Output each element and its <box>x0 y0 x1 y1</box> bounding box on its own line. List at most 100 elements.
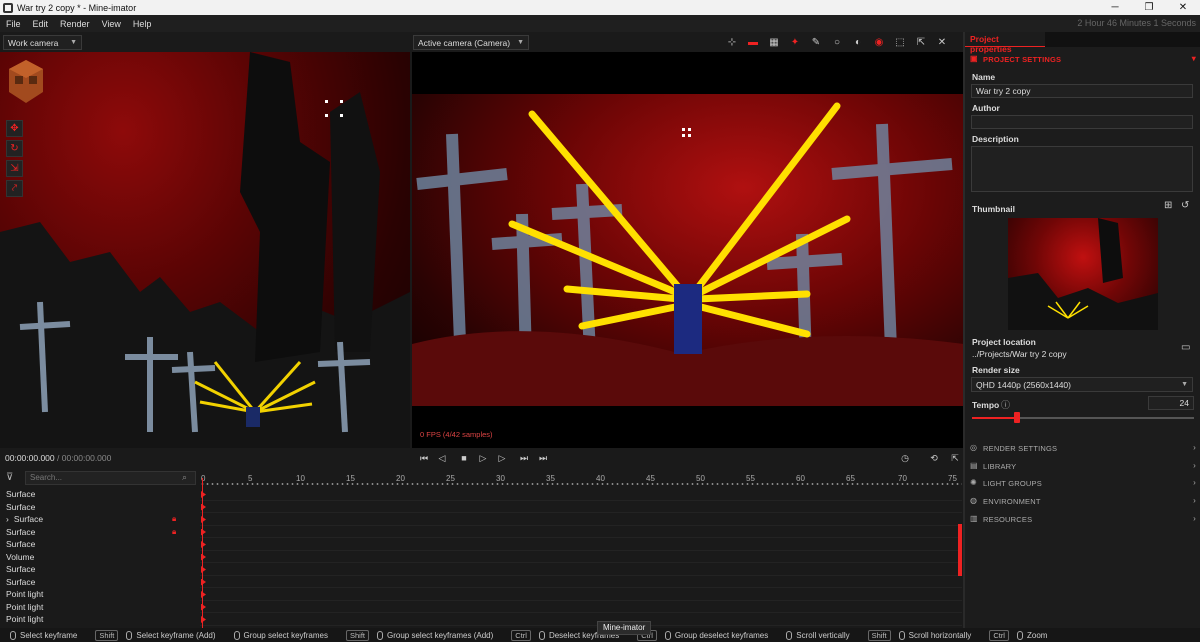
loop-icon[interactable]: ⟲ <box>927 452 941 464</box>
timeline-item-label: Surface <box>6 489 36 500</box>
filter-icon[interactable]: ⊽ <box>6 472 13 483</box>
render-size-select[interactable]: QHD 1440p (2560x1440) ▼ <box>971 377 1193 392</box>
active-camera-select[interactable]: Active camera (Camera) ▼ <box>413 35 529 50</box>
reset-thumbnail-icon[interactable]: ↺ <box>1181 200 1189 211</box>
tempo-slider-handle[interactable] <box>1014 412 1020 423</box>
timeline-ruler[interactable]: 0 5 10 15 20 25 30 35 40 45 50 55 60 65 … <box>200 470 962 488</box>
close-viewport-icon[interactable]: ✕ <box>935 35 949 49</box>
play-icon[interactable]: ▷ <box>476 452 490 464</box>
timeline-item[interactable]: Surface <box>0 538 198 551</box>
timeline-item[interactable]: Surface <box>0 488 198 501</box>
menu-help[interactable]: Help <box>127 19 158 29</box>
tempo-field[interactable]: 24 <box>1148 396 1194 410</box>
render-icon[interactable]: ◉ <box>872 35 886 49</box>
stop-icon[interactable]: ■ <box>457 452 471 464</box>
timeline-scrollbar[interactable] <box>958 524 962 576</box>
menu-render[interactable]: Render <box>54 19 96 29</box>
track-row[interactable] <box>200 576 962 588</box>
ruler-label: 70 <box>898 474 907 483</box>
render-settings-header[interactable]: ◎ RENDER SETTINGS › <box>965 441 1200 455</box>
bend-tool-icon[interactable]: ⤤ <box>6 180 23 197</box>
library-header[interactable]: ▤ LIBRARY › <box>965 459 1200 473</box>
minimize-button[interactable]: ─ <box>1098 0 1132 15</box>
timeline-item[interactable]: Surface 🔒︎ <box>0 526 198 539</box>
particles-icon[interactable]: ✦ <box>788 35 802 49</box>
track-row[interactable] <box>200 601 962 613</box>
track-row[interactable] <box>200 563 962 576</box>
track-row[interactable] <box>200 501 962 513</box>
tooltip: Mine-imator <box>597 621 652 635</box>
author-field[interactable] <box>971 115 1193 129</box>
selection-icon[interactable]: ⬚ <box>893 35 907 49</box>
timeline-item[interactable]: Point light <box>0 613 198 626</box>
timeline-item-label: Surface <box>6 501 36 512</box>
timeline-item[interactable]: Surface <box>0 576 198 589</box>
maximize-button[interactable]: ❐ <box>1132 0 1166 15</box>
menu-edit[interactable]: Edit <box>27 19 55 29</box>
close-button[interactable]: ✕ <box>1166 0 1200 15</box>
timeline-item[interactable]: Point light <box>0 588 198 601</box>
tab-project-properties[interactable]: Project properties <box>965 32 1045 54</box>
key-badge: Shift <box>95 629 119 641</box>
lock-icon[interactable]: 🔒︎ <box>172 514 176 524</box>
search-input[interactable]: Search... <box>25 471 196 485</box>
timeline-item[interactable]: Volume <box>0 551 198 564</box>
prev-frame-icon[interactable]: ◁ <box>435 452 449 464</box>
track-row[interactable] <box>200 488 962 501</box>
aspect-ratio-icon[interactable]: ▬ <box>746 35 760 49</box>
track-row[interactable] <box>200 526 962 538</box>
timeline-item[interactable]: Point light <box>0 601 198 614</box>
view-cube-icon[interactable] <box>7 58 45 108</box>
active-camera-label: Active camera (Camera) <box>418 37 511 48</box>
resources-header[interactable]: ▥ RESOURCES › <box>965 512 1200 526</box>
folder-icon[interactable]: ▭ <box>1181 342 1190 353</box>
transport-bar: 00:00:00.000 / 00:00:00.000 ⏮ ◁ ■ ▷ ▷ ⏭ … <box>0 449 964 467</box>
environment-header[interactable]: ◍ ENVIRONMENT › <box>965 494 1200 508</box>
ruler-label: 30 <box>496 474 505 483</box>
help-icon[interactable]: ⓘ <box>1001 398 1010 411</box>
work-camera-viewport[interactable] <box>0 52 410 448</box>
search-icon: ⌕ <box>182 472 188 482</box>
jump-start-icon[interactable]: ⏮ <box>417 452 431 464</box>
timeline-item[interactable]: Surface <box>0 501 198 514</box>
light-groups-header[interactable]: ✺ LIGHT GROUPS › <box>965 476 1200 490</box>
jump-end-icon[interactable]: ⏭ <box>536 452 550 464</box>
paint-icon[interactable]: ✎ <box>809 35 823 49</box>
popout-timeline-icon[interactable]: ⇱ <box>948 452 962 464</box>
name-field[interactable]: War try 2 copy <box>971 84 1193 98</box>
lock-icon[interactable]: 🔒︎ <box>172 527 176 537</box>
track-row[interactable] <box>200 538 962 551</box>
expand-icon[interactable]: › <box>6 514 9 524</box>
shading-icon[interactable]: ◐ <box>851 35 865 49</box>
rotate-tool-icon[interactable]: ↻ <box>6 140 23 157</box>
playhead[interactable] <box>202 478 203 628</box>
key-badge: Shift <box>867 629 891 641</box>
timer-icon[interactable]: ◷ <box>898 452 912 464</box>
circle-icon[interactable]: ○ <box>830 35 844 49</box>
grid-icon[interactable]: ▦ <box>767 35 781 49</box>
track-row[interactable] <box>200 613 962 626</box>
timeline-tracks[interactable] <box>200 488 962 628</box>
jump-marker-icon[interactable]: ⏭ <box>517 452 531 464</box>
track-row[interactable] <box>200 588 962 601</box>
move-tool-icon[interactable]: ✥ <box>6 120 23 137</box>
snap-icon[interactable]: ⊹ <box>725 35 739 49</box>
viewport-toolbar: ⊹ ▬ ▦ ✦ ✎ ○ ◐ ◉ ⬚ ⇱ ✕ <box>725 34 949 50</box>
add-thumbnail-icon[interactable]: ⊞ <box>1164 200 1172 211</box>
tempo-slider-fill <box>972 417 1017 419</box>
menu-view[interactable]: View <box>96 19 127 29</box>
chevron-right-icon: › <box>1193 443 1196 452</box>
next-frame-icon[interactable]: ▷ <box>495 452 509 464</box>
project-settings-header[interactable]: ▣ PROJECT SETTINGS ▾ <box>965 52 1200 66</box>
track-row[interactable] <box>200 551 962 563</box>
timeline-item[interactable]: › Surface 🔒︎ <box>0 513 198 526</box>
scale-tool-icon[interactable]: ⇲ <box>6 160 23 177</box>
ruler-label: 25 <box>446 474 455 483</box>
description-field[interactable] <box>971 146 1193 192</box>
transform-tools: ✥ ↻ ⇲ ⤤ <box>6 120 23 197</box>
timeline-item[interactable]: Surface <box>0 563 198 576</box>
work-camera-select[interactable]: Work camera ▼ <box>3 35 82 50</box>
menu-file[interactable]: File <box>0 19 27 29</box>
track-row[interactable] <box>200 513 962 526</box>
popout-icon[interactable]: ⇱ <box>914 35 928 49</box>
